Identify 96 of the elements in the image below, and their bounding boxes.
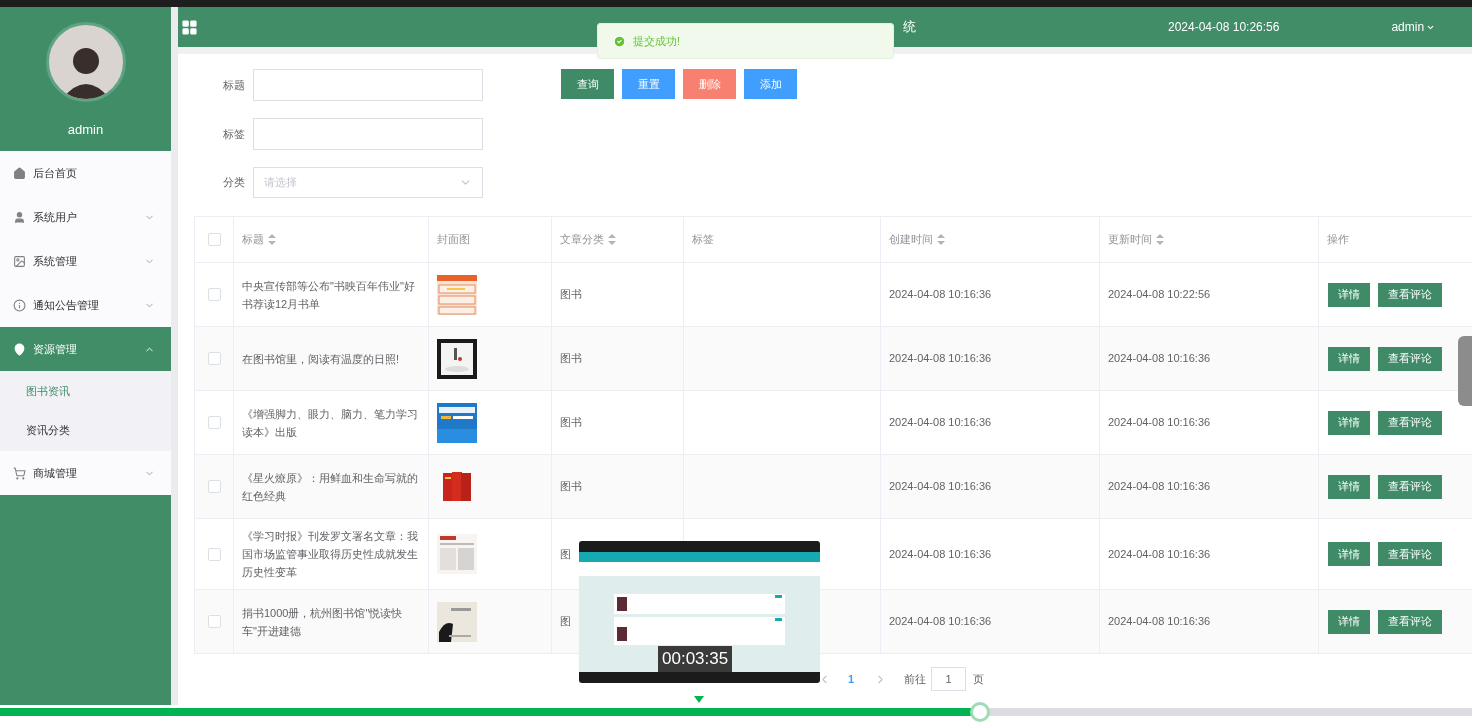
column-title: 标题 bbox=[242, 232, 264, 248]
row-action-button[interactable]: 详情 bbox=[1328, 282, 1370, 307]
table-cell-text: 2024-04-08 10:16:36 bbox=[1108, 415, 1211, 431]
menu-item[interactable]: 商城管理 bbox=[0, 451, 171, 495]
preview-pointer-icon bbox=[694, 696, 704, 703]
table-cell-text: 在图书馆里，阅读有温度的日照! bbox=[242, 351, 400, 367]
table-cell-text: 图 bbox=[560, 546, 571, 562]
menu-item[interactable]: 后台首页 bbox=[0, 151, 171, 195]
table-cell-text: 中央宣传部等公布"书映百年伟业"好书荐读12月书单 bbox=[242, 278, 416, 312]
row-action-button[interactable]: 详情 bbox=[1328, 542, 1370, 566]
table-cell-text: 2024-04-08 10:16:36 bbox=[889, 546, 992, 562]
table-cell-text: 图书 bbox=[560, 287, 582, 303]
action-button[interactable]: 查询 bbox=[561, 69, 614, 99]
preview-time: 00:03:35 bbox=[658, 646, 733, 672]
menu-item[interactable]: 系统用户 bbox=[0, 195, 171, 239]
header-cell[interactable]: 标题 bbox=[234, 217, 429, 262]
column-title: 操作 bbox=[1327, 232, 1349, 248]
table-cell-text: 2024-04-08 10:16:36 bbox=[889, 415, 992, 431]
field-label: 分类 bbox=[222, 175, 246, 191]
app-title: 统 bbox=[902, 18, 916, 37]
table-cell-text: 2024-04-08 10:22:56 bbox=[1108, 287, 1211, 303]
table-cell-text: 2024-04-08 10:16:36 bbox=[889, 351, 992, 367]
menu-item[interactable]: 资源管理 bbox=[0, 327, 171, 371]
column-title: 创建时间 bbox=[889, 232, 933, 248]
table-cell-text: 《星火燎原》：用鲜血和生命写就的红色经典 bbox=[242, 470, 419, 504]
row-action-button[interactable]: 查看评论 bbox=[1378, 346, 1442, 371]
row-action-button[interactable]: 详情 bbox=[1328, 474, 1370, 499]
user-icon bbox=[13, 210, 26, 224]
checkbox[interactable] bbox=[207, 352, 221, 365]
table-cell-text: 2024-04-08 10:16:36 bbox=[1108, 479, 1211, 495]
sort-icon[interactable] bbox=[937, 234, 945, 245]
menu-item[interactable]: 通知公告管理 bbox=[0, 283, 171, 327]
cart-icon bbox=[13, 466, 26, 480]
sort-icon[interactable] bbox=[268, 234, 276, 245]
column-title: 文章分类 bbox=[560, 232, 604, 248]
checkbox[interactable] bbox=[207, 480, 221, 493]
header-cell[interactable]: 文章分类 bbox=[552, 217, 684, 262]
page-suffix: 页 bbox=[973, 671, 985, 687]
table-cell-text: 图书 bbox=[560, 351, 582, 367]
checkbox[interactable] bbox=[207, 233, 221, 246]
checkbox[interactable] bbox=[207, 288, 221, 301]
column-title: 封面图 bbox=[437, 232, 470, 248]
checkbox[interactable] bbox=[207, 615, 221, 628]
input-field[interactable] bbox=[253, 69, 483, 101]
goto-label: 前往 bbox=[904, 671, 927, 687]
table-cell-text: 《增强脚力、眼力、脑力、笔力学习读本》出版 bbox=[242, 406, 419, 440]
table-cell-text: 2024-04-08 10:16:36 bbox=[889, 614, 992, 630]
field-label: 标题 bbox=[222, 77, 246, 93]
row-action-button[interactable]: 详情 bbox=[1328, 410, 1370, 435]
field-label: 标签 bbox=[222, 126, 246, 142]
column-title: 标签 bbox=[692, 232, 714, 248]
user-menu[interactable]: admin bbox=[1391, 18, 1436, 36]
success-icon bbox=[613, 34, 626, 48]
header-cell[interactable]: 更新时间 bbox=[1100, 217, 1319, 262]
row-action-button[interactable]: 查看评论 bbox=[1378, 542, 1442, 566]
checkbox[interactable] bbox=[207, 416, 221, 429]
column-title: 更新时间 bbox=[1108, 232, 1152, 248]
submenu-item[interactable]: 资讯分类 bbox=[0, 411, 171, 450]
table-cell-text: 《学习时报》刊发罗文署名文章：我国市场监管事业取得历史性成就发生历史性变革 bbox=[242, 529, 419, 580]
table-cell-text: 图 bbox=[560, 614, 571, 630]
table-cell-text: 2024-04-08 10:16:36 bbox=[889, 287, 992, 303]
username: admin bbox=[67, 121, 104, 139]
row-action-button[interactable]: 查看评论 bbox=[1378, 282, 1442, 307]
home-icon bbox=[13, 166, 26, 180]
pin-icon bbox=[13, 342, 26, 356]
header-cell[interactable]: 创建时间 bbox=[881, 217, 1100, 262]
menu-item[interactable]: 系统管理 bbox=[0, 239, 171, 283]
action-button[interactable]: 删除 bbox=[683, 69, 736, 99]
image-icon bbox=[13, 254, 26, 268]
table-cell-text: 捐书1000册，杭州图书馆"悦读快车"开进建德 bbox=[242, 605, 404, 639]
table-cell-text: 2024-04-08 10:16:36 bbox=[1108, 546, 1211, 562]
toast-message: 提交成功! bbox=[633, 33, 681, 49]
table-cell-text: 2024-04-08 10:16:36 bbox=[1108, 614, 1211, 630]
table-cell-text: 2024-04-08 10:16:36 bbox=[1108, 351, 1211, 367]
progress-handle[interactable] bbox=[970, 702, 991, 722]
current-datetime: 2024-04-08 10:26:56 bbox=[1168, 19, 1280, 36]
scrollbar-thumb[interactable] bbox=[1458, 336, 1472, 406]
page-number[interactable]: 1 bbox=[848, 670, 855, 688]
sort-icon[interactable] bbox=[1156, 234, 1164, 245]
menu-icon[interactable] bbox=[181, 18, 198, 36]
checkbox[interactable] bbox=[207, 547, 221, 561]
table-cell-text: 2024-04-08 10:16:36 bbox=[889, 479, 992, 495]
action-button[interactable]: 添加 bbox=[744, 69, 797, 99]
row-action-button[interactable]: 查看评论 bbox=[1378, 474, 1442, 499]
row-action-button[interactable]: 详情 bbox=[1328, 609, 1370, 634]
row-action-button[interactable]: 查看评论 bbox=[1378, 609, 1442, 634]
row-action-button[interactable]: 详情 bbox=[1328, 346, 1370, 371]
input-field[interactable] bbox=[253, 118, 483, 150]
submenu-item[interactable]: 图书资讯 bbox=[0, 372, 171, 411]
table-cell-text: 图书 bbox=[560, 415, 582, 431]
page-input[interactable]: 1 bbox=[931, 667, 967, 691]
action-button[interactable]: 重置 bbox=[622, 69, 675, 99]
info-icon bbox=[13, 298, 26, 312]
table-cell-text: 图书 bbox=[560, 479, 582, 495]
row-action-button[interactable]: 查看评论 bbox=[1378, 410, 1442, 435]
sort-icon[interactable] bbox=[608, 234, 616, 245]
